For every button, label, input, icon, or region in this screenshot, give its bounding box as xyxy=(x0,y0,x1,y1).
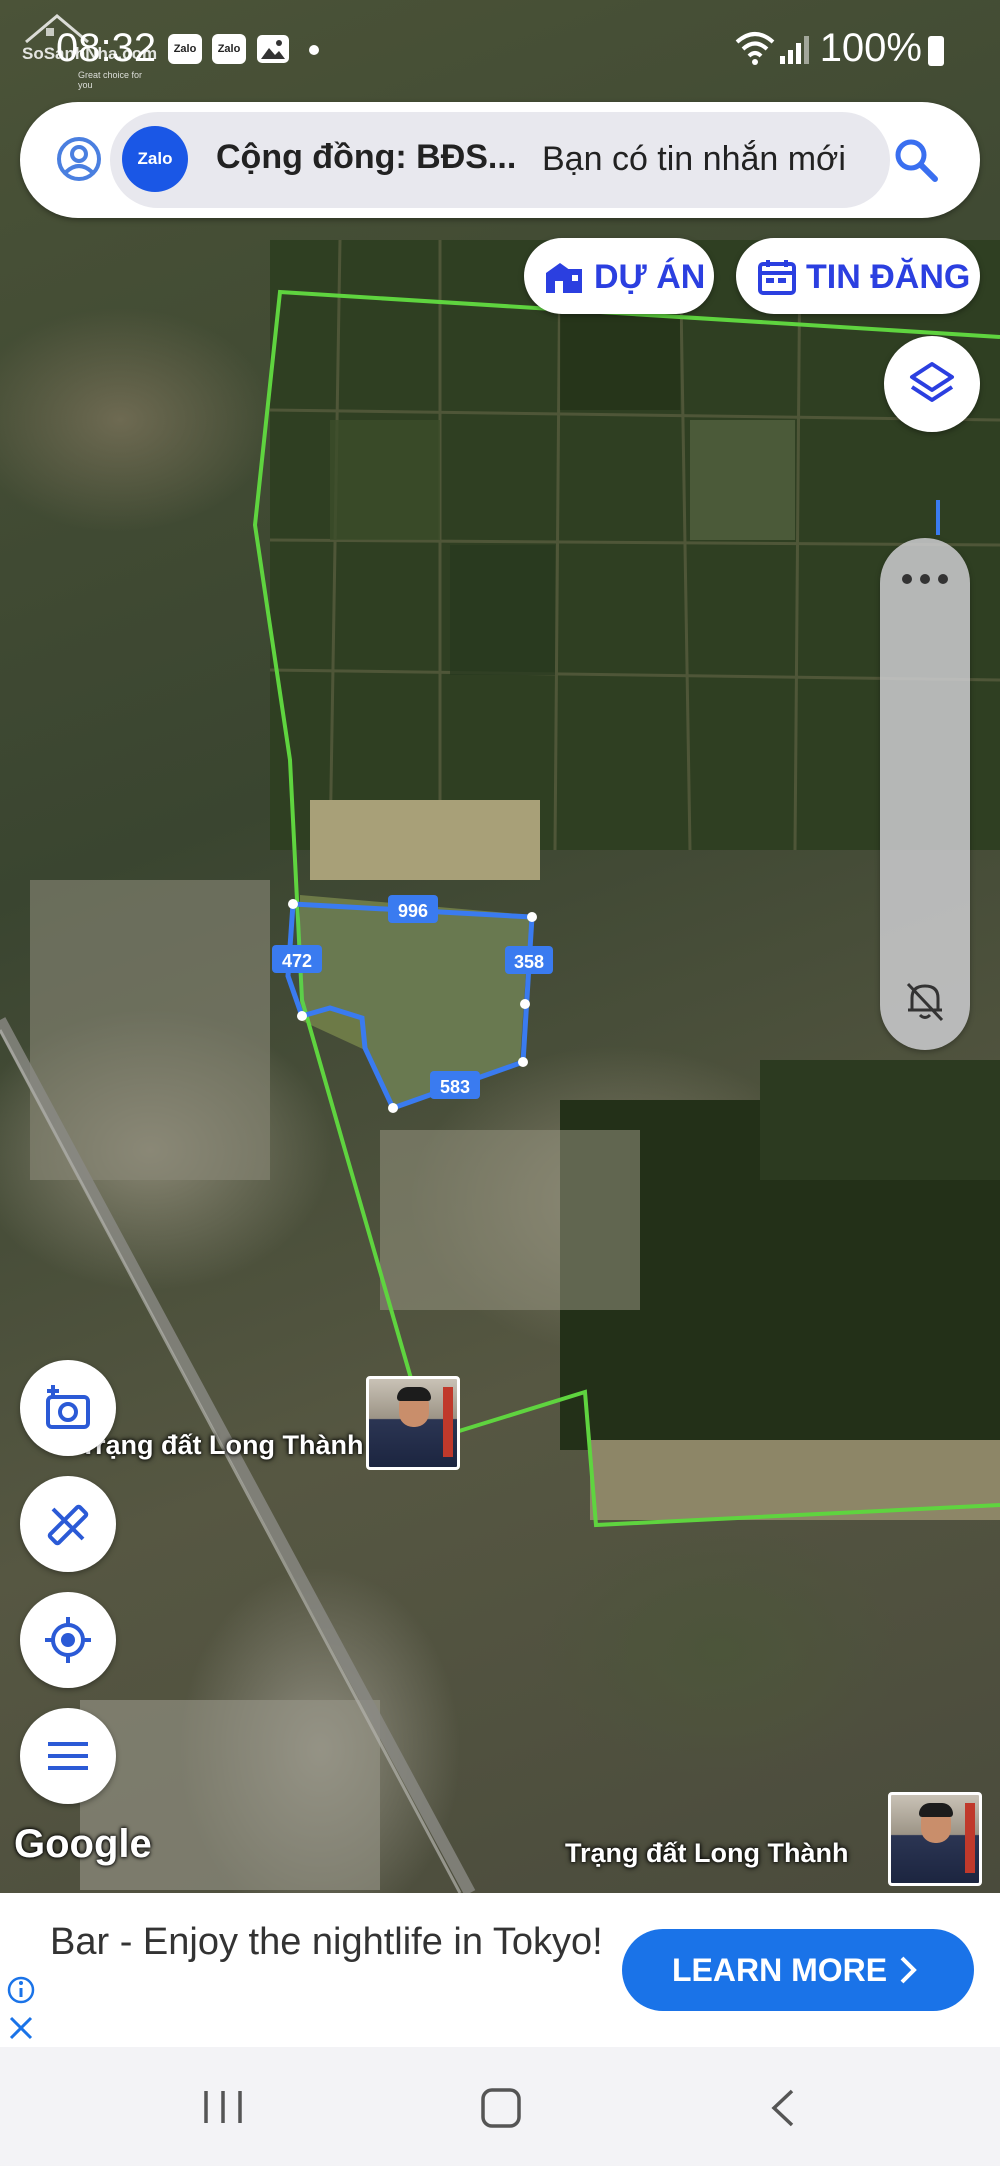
wifi-icon xyxy=(735,32,775,65)
camera-add-icon xyxy=(46,1385,90,1429)
zalo-notification-icon-2: Zalo xyxy=(212,34,246,64)
dot-icon xyxy=(309,45,319,55)
back-icon[interactable] xyxy=(766,2087,800,2129)
search-bar[interactable]: Zalo Cộng đồng: BĐS... Bạn có tin nhắn m… xyxy=(20,102,980,218)
signal-icon xyxy=(780,36,809,64)
map-marker-label[interactable]: Trạng đất Long Thành xyxy=(80,1430,363,1461)
measure-button[interactable] xyxy=(20,1476,116,1572)
agent-marker-avatar[interactable] xyxy=(366,1376,460,1470)
corner-agent-avatar[interactable] xyxy=(888,1792,982,1886)
measure-icon xyxy=(47,1504,89,1546)
layers-icon xyxy=(910,362,954,402)
notification-title: Cộng đồng: BĐS... xyxy=(216,138,517,176)
my-location-button[interactable] xyxy=(20,1592,116,1688)
status-time: 08:32 xyxy=(56,26,157,70)
project-button-label: DỰ ÁN xyxy=(594,258,706,296)
layers-button[interactable] xyxy=(884,336,980,432)
edge-label-right: 358 xyxy=(514,952,544,972)
learn-more-button[interactable]: LEARN MORE xyxy=(622,1929,974,2011)
add-photo-button[interactable] xyxy=(20,1360,116,1456)
learn-more-label: LEARN MORE xyxy=(672,1952,888,1988)
home-icon[interactable] xyxy=(480,2087,522,2129)
menu-icon xyxy=(48,1742,88,1770)
search-icon[interactable] xyxy=(892,136,940,184)
info-icon[interactable] xyxy=(6,1975,36,2005)
profile-icon[interactable] xyxy=(56,136,102,182)
edge-label-left: 472 xyxy=(282,951,312,971)
chevron-right-icon xyxy=(900,1956,917,1984)
corner-map-label[interactable]: Trạng đất Long Thành xyxy=(565,1838,848,1869)
gallery-icon xyxy=(257,35,289,63)
building-icon xyxy=(546,263,582,293)
my-location-icon xyxy=(45,1617,91,1663)
listing-button-label: TIN ĐĂNG xyxy=(806,258,971,296)
system-navigation-bar xyxy=(0,2047,1000,2166)
ad-text[interactable]: Bar - Enjoy the nightlife in Tokyo! xyxy=(50,1919,610,1965)
close-icon[interactable] xyxy=(6,2013,36,2043)
edge-label-bottom: 583 xyxy=(440,1077,470,1097)
edge-label-top: 996 xyxy=(398,901,428,921)
battery-icon xyxy=(928,36,944,66)
message-notification[interactable]: Zalo Cộng đồng: BĐS... Bạn có tin nhắn m… xyxy=(110,112,890,208)
calendar-icon xyxy=(758,260,796,295)
google-attribution: Google xyxy=(14,1822,152,1866)
recent-apps-icon[interactable] xyxy=(200,2087,246,2127)
listing-button[interactable]: TIN ĐĂNG xyxy=(736,238,980,314)
watermark-tagline: Great choice for you xyxy=(78,70,143,90)
bell-off-icon[interactable] xyxy=(902,978,948,1024)
project-button[interactable]: DỰ ÁN xyxy=(524,238,714,314)
side-panel[interactable] xyxy=(880,538,970,1050)
zalo-app-badge: Zalo xyxy=(122,126,188,192)
more-icon[interactable] xyxy=(900,572,950,586)
zalo-notification-icon: Zalo xyxy=(168,34,202,64)
battery-percent: 100% xyxy=(819,26,922,70)
ad-banner[interactable]: Bar - Enjoy the nightlife in Tokyo! LEAR… xyxy=(0,1893,1000,2047)
notification-message: Bạn có tin nhắn mới xyxy=(542,140,846,178)
menu-button[interactable] xyxy=(20,1708,116,1804)
status-bar: SoSanhNha.com Great choice for you 08:32… xyxy=(0,0,1000,100)
